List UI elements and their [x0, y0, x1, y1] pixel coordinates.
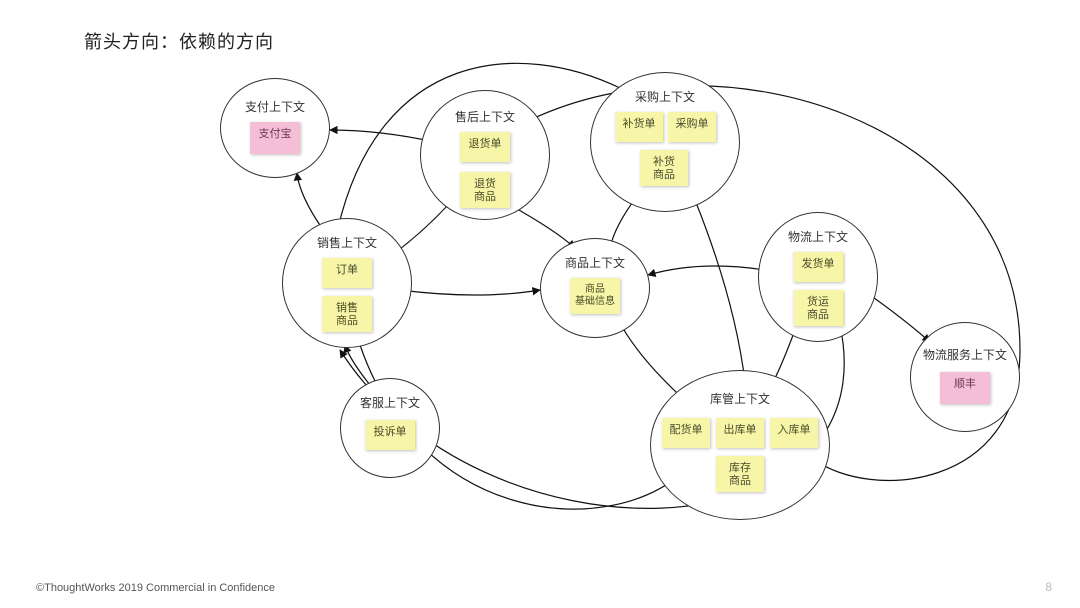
slide-title: 箭头方向：依赖的方向 — [84, 28, 274, 54]
note-courier-0: 顺丰 — [940, 372, 990, 404]
slide: { "title": "箭头方向：依赖的方向", "footer": "©Tho… — [0, 0, 1080, 608]
context-sales-label: 销售上下文 — [317, 234, 377, 251]
context-payment-label: 支付上下文 — [245, 98, 305, 115]
note-warehouse-1: 出库单 — [716, 418, 764, 448]
note-product-0: 商品 基础信息 — [570, 278, 620, 314]
note-warehouse-0: 配货单 — [662, 418, 710, 448]
edge-sales-product — [400, 290, 540, 295]
context-service-label: 客服上下文 — [360, 394, 420, 411]
context-purchase-label: 采购上下文 — [635, 88, 695, 105]
note-logistics-0: 发货单 — [793, 252, 843, 282]
edge-aftersale-payment — [330, 130, 435, 142]
page-number: 8 — [1045, 580, 1052, 594]
arrows-layer — [0, 0, 1080, 608]
context-product-label: 商品上下文 — [565, 254, 625, 271]
note-payment-0: 支付宝 — [250, 122, 300, 154]
note-aftersale-0: 退货单 — [460, 132, 510, 162]
note-aftersale-1: 退货 商品 — [460, 172, 510, 208]
note-logistics-1: 货运 商品 — [793, 290, 843, 326]
context-courier-label: 物流服务上下文 — [922, 346, 1008, 363]
edge-aftersale-product — [510, 205, 575, 248]
note-warehouse-2: 入库单 — [770, 418, 818, 448]
note-purchase-0: 补货单 — [615, 112, 663, 142]
note-purchase-2: 补货 商品 — [640, 150, 688, 186]
context-logistics-label: 物流上下文 — [788, 228, 848, 245]
note-purchase-1: 采购单 — [668, 112, 716, 142]
edge-logistics-courier — [870, 295, 930, 342]
edge-purchase-warehouse — [695, 200, 745, 382]
note-sales-0: 订单 — [322, 258, 372, 288]
footer-text: ©ThoughtWorks 2019 Commercial in Confide… — [36, 582, 275, 594]
context-warehouse-label: 库管上下文 — [710, 390, 770, 407]
context-aftersale-label: 售后上下文 — [455, 108, 515, 125]
note-warehouse-3: 库存 商品 — [716, 456, 764, 492]
note-sales-1: 销售 商品 — [322, 296, 372, 332]
edge-logistics-product — [648, 266, 765, 275]
edge-service-sales — [345, 345, 370, 385]
note-service-0: 投诉单 — [365, 420, 415, 450]
